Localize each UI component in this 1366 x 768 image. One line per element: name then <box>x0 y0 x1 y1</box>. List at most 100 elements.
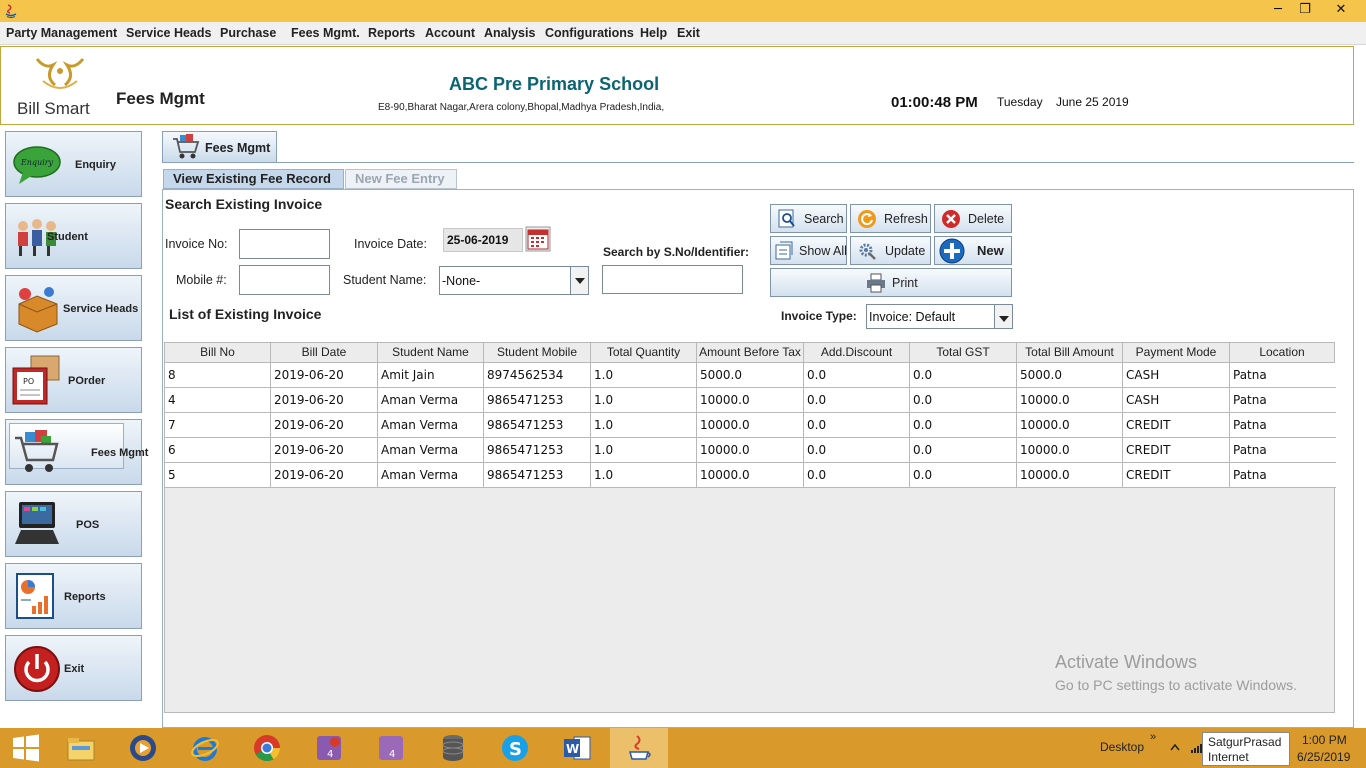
menu-configurations[interactable]: Configurations <box>545 26 634 40</box>
menu-reports[interactable]: Reports <box>368 26 415 40</box>
column-header[interactable]: Bill No <box>165 343 271 362</box>
taskbar-photoshop-1[interactable]: 4 <box>300 728 358 768</box>
minimize-button[interactable]: ─ <box>1263 0 1293 22</box>
invoice-no-input[interactable] <box>239 229 330 259</box>
chevron-down-icon[interactable] <box>994 305 1012 328</box>
new-button[interactable]: New <box>934 236 1012 265</box>
chevron-up-icon[interactable] <box>1170 743 1180 751</box>
invoice-type-select[interactable]: Invoice: Default <box>866 304 1013 329</box>
table-row[interactable]: 4 2019-06-20 Aman Verma 9865471253 1.0 1… <box>165 388 1336 413</box>
tray-time[interactable]: 1:00 PM <box>1302 733 1347 747</box>
svg-text:4: 4 <box>327 749 333 760</box>
maximize-button[interactable]: ❐ <box>1290 0 1320 22</box>
tab-new-fee-entry[interactable]: New Fee Entry <box>345 169 457 189</box>
menu-account[interactable]: Account <box>425 26 475 40</box>
sidebar-item-student[interactable]: Student <box>5 203 142 269</box>
taskbar-database[interactable] <box>424 728 482 768</box>
desktop-toolbar-label[interactable]: Desktop <box>1100 740 1144 754</box>
sidebar-item-enquiry[interactable]: Enquiry Enquiry <box>5 131 142 197</box>
sidebar-item-exit[interactable]: Exit <box>5 635 142 701</box>
show-all-button[interactable]: Show All <box>770 236 847 265</box>
student-name-value: -None- <box>442 274 481 288</box>
search-button[interactable]: Search <box>770 204 847 233</box>
table-row[interactable]: 7 2019-06-20 Aman Verma 9865471253 1.0 1… <box>165 413 1336 438</box>
tooltip-network-name: SatgurPrasad <box>1208 735 1282 749</box>
column-header[interactable]: Location <box>1230 343 1334 362</box>
show-all-button-label: Show All <box>799 244 847 258</box>
menu-exit[interactable]: Exit <box>677 26 700 40</box>
close-button[interactable]: ✕ <box>1326 0 1356 22</box>
delete-button[interactable]: Delete <box>934 204 1012 233</box>
table-cell: Patna <box>1233 468 1267 482</box>
calendar-icon[interactable] <box>525 226 551 252</box>
tray-date[interactable]: 6/25/2019 <box>1297 750 1350 764</box>
menu-purchase[interactable]: Purchase <box>220 26 276 40</box>
module-title: Fees Mgmt <box>116 89 205 108</box>
sidebar-item-service-heads[interactable]: Service Heads <box>5 275 142 341</box>
svg-text:Enquiry: Enquiry <box>20 158 54 167</box>
chrome-icon <box>254 735 281 762</box>
column-header[interactable]: Student Name <box>378 343 484 362</box>
update-button[interactable]: Update <box>850 236 931 265</box>
column-header[interactable]: Total Quantity <box>591 343 697 362</box>
column-header[interactable]: Bill Date <box>271 343 378 362</box>
table-row[interactable]: 6 2019-06-20 Aman Verma 9865471253 1.0 1… <box>165 438 1336 463</box>
printer-icon <box>867 273 885 293</box>
database-icon <box>442 735 464 761</box>
svg-text:S: S <box>509 739 522 760</box>
column-header[interactable]: Amount Before Tax <box>697 343 804 362</box>
menu-help[interactable]: Help <box>640 26 667 40</box>
taskbar-media-player[interactable] <box>114 728 172 768</box>
taskbar-chrome[interactable] <box>238 728 296 768</box>
menu-party-management[interactable]: Party Management <box>6 26 117 40</box>
toolbar-expand-icon[interactable]: » <box>1150 731 1156 743</box>
sidebar-item-pos[interactable]: POS <box>5 491 142 557</box>
pos-terminal-icon <box>15 502 59 544</box>
clock-date: June 25 2019 <box>1056 95 1129 109</box>
sidebar-item-fees-mgmt[interactable]: Fees Mgmt <box>5 419 148 485</box>
taskbar-internet-explorer[interactable] <box>176 728 234 768</box>
menu-fees-mgmt[interactable]: Fees Mgmt. <box>291 26 360 40</box>
tab-divider <box>162 162 1354 163</box>
taskbar-file-explorer[interactable] <box>52 728 110 768</box>
tab-view-existing-fee-record[interactable]: View Existing Fee Record <box>163 169 344 189</box>
menu-service-heads[interactable]: Service Heads <box>126 26 211 40</box>
tab-fees-mgmt[interactable]: Fees Mgmt <box>162 131 277 163</box>
column-header[interactable]: Student Mobile <box>484 343 591 362</box>
table-cell: 0.0 <box>910 413 1017 437</box>
refresh-icon <box>858 210 876 228</box>
table-row[interactable]: 5 2019-06-20 Aman Verma 9865471253 1.0 1… <box>165 463 1336 488</box>
taskbar-photoshop-2[interactable]: 4 <box>362 728 420 768</box>
sidebar-item-porder[interactable]: PO POrder <box>5 347 142 413</box>
menu-analysis[interactable]: Analysis <box>484 26 535 40</box>
mobile-label: Mobile #: <box>176 273 227 287</box>
table-row[interactable]: 8 2019-06-20 Amit Jain 8974562534 1.0 50… <box>165 363 1336 388</box>
column-header[interactable]: Total Bill Amount <box>1017 343 1123 362</box>
table-cell: 10000.0 <box>697 413 804 437</box>
chevron-down-icon[interactable] <box>570 267 588 294</box>
table-cell: CREDIT <box>1123 413 1230 437</box>
mobile-input[interactable] <box>239 265 330 295</box>
window-title-bar: ─ ❐ ✕ <box>0 0 1366 22</box>
svg-text:W: W <box>566 742 579 756</box>
column-header[interactable]: Payment Mode <box>1123 343 1230 362</box>
photoshop-icon: 4 <box>379 736 403 760</box>
print-button[interactable]: Print <box>770 268 1012 297</box>
taskbar-skype[interactable]: S <box>486 728 544 768</box>
sidebar-item-reports[interactable]: Reports <box>5 563 142 629</box>
column-header[interactable]: Add.Discount <box>804 343 910 362</box>
search-sno-input[interactable] <box>602 265 743 294</box>
table-cell: Aman Verma <box>378 463 484 487</box>
taskbar-word[interactable]: W <box>548 728 606 768</box>
table-cell: 0.0 <box>804 438 910 462</box>
activate-windows-hint: Go to PC settings to activate Windows. <box>1055 677 1297 693</box>
taskbar-java[interactable] <box>610 728 668 768</box>
table-cell: Patna <box>1233 393 1267 407</box>
start-button[interactable] <box>0 728 58 768</box>
invoice-date-field[interactable]: 25-06-2019 <box>443 228 523 252</box>
refresh-button[interactable]: Refresh <box>850 204 931 233</box>
plus-icon <box>939 238 965 264</box>
student-name-select[interactable]: -None- <box>439 266 589 295</box>
network-icon[interactable] <box>1190 742 1202 754</box>
column-header[interactable]: Total GST <box>910 343 1017 362</box>
